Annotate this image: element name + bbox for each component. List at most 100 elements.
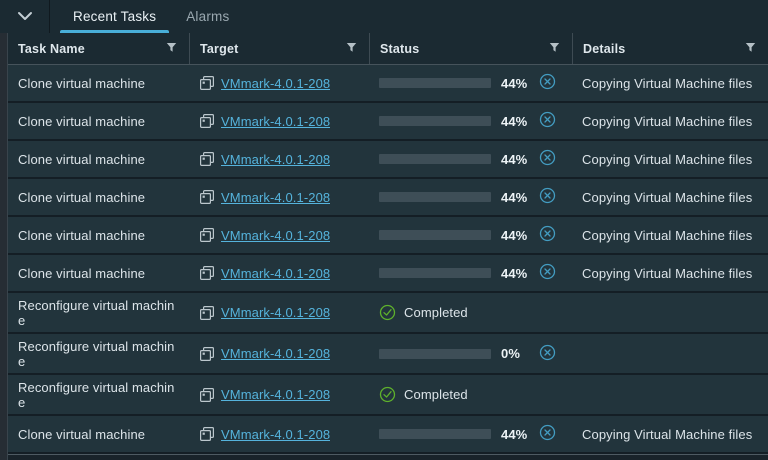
tasks-panel-tabbar: Recent TasksAlarms — [0, 0, 768, 33]
target-link[interactable]: VMmark-4.0.1-208 — [221, 190, 330, 205]
check-circle-icon — [379, 304, 396, 321]
column-header-target[interactable]: Target — [189, 33, 369, 64]
status-cell: 44% — [369, 255, 572, 291]
cancel-circle-icon — [539, 263, 556, 283]
details-cell: Copying Virtual Machine files — [572, 217, 768, 253]
progress-percent-label: 44% — [501, 427, 539, 442]
details-cell — [572, 293, 768, 332]
target-link[interactable]: VMmark-4.0.1-208 — [221, 228, 330, 243]
details-cell: Copying Virtual Machine files — [572, 179, 768, 215]
funnel-icon — [166, 42, 177, 56]
progress-percent-label: 0% — [501, 346, 539, 361]
progress-percent-label: 44% — [501, 152, 539, 167]
status-completed-label: Completed — [404, 387, 468, 402]
target-cell: VMmark-4.0.1-208 — [189, 103, 369, 139]
target-link[interactable]: VMmark-4.0.1-208 — [221, 76, 330, 91]
progress-percent-label: 44% — [501, 190, 539, 205]
details-cell: Copying Virtual Machine files — [572, 255, 768, 291]
cancel-task-button[interactable] — [539, 149, 556, 169]
target-link[interactable]: VMmark-4.0.1-208 — [221, 346, 330, 361]
column-filter-button[interactable] — [166, 42, 177, 56]
task-name-cell: Clone virtual machine — [8, 179, 189, 215]
chevron-down-icon — [17, 9, 33, 24]
task-name-cell: Reconfigure virtual machine — [8, 293, 189, 332]
table-left-gutter — [0, 33, 8, 460]
cancel-circle-icon — [539, 149, 556, 169]
target-cell: VMmark-4.0.1-208 — [189, 255, 369, 291]
status-cell: 44% — [369, 217, 572, 253]
progress-bar — [379, 429, 491, 439]
status-cell: 0% — [369, 334, 572, 373]
table-row: Reconfigure virtual machine VMmark-4.0.1-… — [8, 375, 768, 416]
task-name-cell: Clone virtual machine — [8, 416, 189, 452]
cancel-task-button[interactable] — [539, 73, 556, 93]
target-link[interactable]: VMmark-4.0.1-208 — [221, 387, 330, 402]
target-link[interactable]: VMmark-4.0.1-208 — [221, 305, 330, 320]
tab-recent-tasks[interactable]: Recent Tasks — [58, 0, 171, 33]
vm-icon — [199, 227, 215, 243]
table-row: Reconfigure virtual machineVMmark-4.0.1-… — [8, 334, 768, 375]
column-filter-button[interactable] — [346, 42, 357, 56]
status-cell: Completed — [369, 375, 572, 414]
column-filter-button[interactable] — [549, 42, 560, 56]
task-name-cell: Reconfigure virtual machine — [8, 375, 189, 414]
target-link[interactable]: VMmark-4.0.1-208 — [221, 152, 330, 167]
funnel-icon — [745, 42, 756, 56]
cancel-task-button[interactable] — [539, 225, 556, 245]
column-header-label: Status — [380, 42, 419, 56]
column-header-status[interactable]: Status — [369, 33, 572, 64]
target-cell: VMmark-4.0.1-208 — [189, 375, 369, 414]
target-link[interactable]: VMmark-4.0.1-208 — [221, 114, 330, 129]
target-cell: VMmark-4.0.1-208 — [189, 141, 369, 177]
table-header-row: Task Name Target Status Details — [8, 33, 768, 65]
vm-icon — [199, 189, 215, 205]
target-link[interactable]: VMmark-4.0.1-208 — [221, 427, 330, 442]
target-cell: VMmark-4.0.1-208 — [189, 217, 369, 253]
vm-icon — [199, 265, 215, 281]
task-name-cell: Clone virtual machine — [8, 141, 189, 177]
progress-bar — [379, 230, 491, 240]
vm-icon — [199, 346, 215, 362]
table-row: Clone virtual machineVMmark-4.0.1-20844%… — [8, 65, 768, 103]
details-cell: Copying Virtual Machine files — [572, 141, 768, 177]
vm-icon — [199, 113, 215, 129]
funnel-icon — [549, 42, 560, 56]
table-row: Clone virtual machine VMmark-4.0.1-208 44%… — [8, 217, 768, 255]
table-row: Clone virtual machine VMmark-4.0.1-208 44%… — [8, 179, 768, 217]
vm-icon — [199, 151, 215, 167]
column-header-label: Task Name — [18, 42, 85, 56]
cancel-circle-icon — [539, 73, 556, 93]
collapse-panel-button[interactable] — [0, 0, 50, 33]
column-header-details[interactable]: Details — [572, 33, 768, 64]
table-row: Clone virtual machineVMmark-4.0.1-20844%… — [8, 103, 768, 141]
target-link[interactable]: VMmark-4.0.1-208 — [221, 266, 330, 281]
column-header-task-name[interactable]: Task Name — [8, 33, 189, 64]
progress-bar — [379, 154, 491, 164]
cancel-task-button[interactable] — [539, 111, 556, 131]
table-row: Clone virtual machine VMmark-4.0.1-208 44%… — [8, 255, 768, 293]
cancel-task-button[interactable] — [539, 263, 556, 283]
cancel-task-button[interactable] — [539, 424, 556, 444]
cancel-circle-icon — [539, 344, 556, 364]
cancel-task-button[interactable] — [539, 344, 556, 364]
cancel-circle-icon — [539, 424, 556, 444]
status-cell: 44% — [369, 416, 572, 452]
task-name-cell: Clone virtual machine — [8, 217, 189, 253]
status-cell: 44% — [369, 65, 572, 101]
vm-icon — [199, 426, 215, 442]
progress-bar — [379, 192, 491, 202]
column-filter-button[interactable] — [745, 42, 756, 56]
target-cell: VMmark-4.0.1-208 — [189, 65, 369, 101]
table-row: Reconfigure virtual machine VMmark-4.0.1-… — [8, 293, 768, 334]
task-name-cell: Clone virtual machine — [8, 255, 189, 291]
tab-alarms[interactable]: Alarms — [171, 0, 244, 33]
cancel-circle-icon — [539, 187, 556, 207]
progress-bar — [379, 268, 491, 278]
status-cell: 44% — [369, 179, 572, 215]
cancel-task-button[interactable] — [539, 187, 556, 207]
status-cell: Completed — [369, 293, 572, 332]
progress-bar — [379, 349, 491, 359]
column-header-label: Target — [200, 42, 238, 56]
table-footer-strip — [8, 454, 768, 460]
funnel-icon — [346, 42, 357, 56]
